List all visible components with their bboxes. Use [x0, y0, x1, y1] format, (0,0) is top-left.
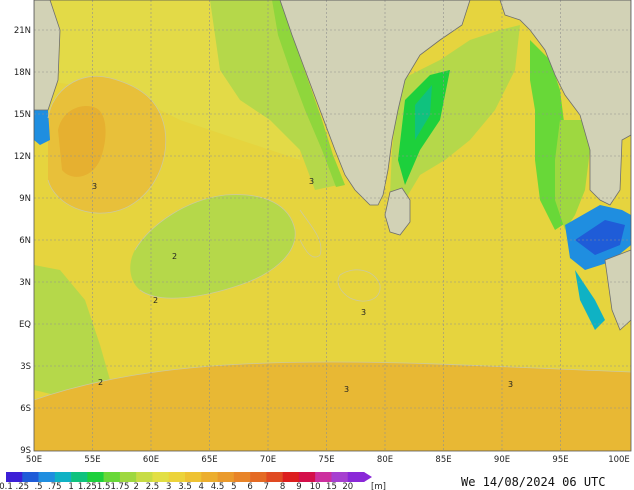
contour-label: 3 — [508, 380, 513, 389]
lat-label: 21N — [14, 26, 31, 36]
legend-swatch — [217, 472, 235, 482]
lon-label: 65E — [201, 455, 217, 465]
legend-swatch — [54, 472, 72, 482]
legend-label: 10 — [310, 482, 321, 490]
lon-label: 70E — [260, 455, 276, 465]
legend-swatch — [119, 472, 137, 482]
lon-label: 100E — [608, 455, 630, 465]
legend-swatch — [347, 472, 365, 482]
legend-swatch — [282, 472, 300, 482]
legend-label: .25 — [16, 482, 30, 490]
lon-label: 75E — [318, 455, 334, 465]
legend-swatch — [103, 472, 121, 482]
legend-swatch — [22, 472, 39, 482]
longitude-axis: 50E 55E 60E 65E 70E 75E 80E 85E 90E 95E … — [26, 455, 630, 465]
legend-swatch — [136, 472, 153, 482]
map-area: 3 3 2 2 3 2 3 3 — [34, 0, 631, 451]
legend-swatch — [185, 472, 202, 482]
legend-label: 0.1 — [0, 482, 13, 490]
legend-swatch — [168, 472, 186, 482]
map-figure: 3 3 2 2 3 2 3 3 21N 18N 15N 12N 9N 6N 3N… — [0, 0, 632, 490]
legend-swatches — [6, 472, 365, 482]
legend-label: 6 — [247, 482, 252, 490]
legend-swatch — [87, 472, 104, 482]
legend-label: 1.25 — [78, 482, 97, 490]
legend-swatch — [201, 472, 218, 482]
lon-label: 80E — [377, 455, 393, 465]
lat-label: 9N — [19, 194, 31, 204]
legend-swatch — [250, 472, 267, 482]
lat-label: 18N — [14, 68, 31, 78]
legend-label: 20 — [342, 482, 353, 490]
legend-label: 8 — [280, 482, 285, 490]
valid-time-label: We 14/08/2024 06 UTC — [461, 475, 606, 489]
contour-label: 2 — [153, 296, 158, 305]
legend-label: 15 — [326, 482, 337, 490]
lat-label: 12N — [14, 152, 31, 162]
legend-label: 4 — [199, 482, 204, 490]
legend-unit: [m] — [371, 482, 386, 490]
legend-label: .75 — [48, 482, 62, 490]
legend-swatch — [38, 472, 56, 482]
legend-label: 1.5 — [97, 482, 111, 490]
legend-swatch — [298, 472, 316, 482]
lat-label: 6N — [19, 236, 31, 246]
contour-label: 2 — [172, 252, 177, 261]
legend-swatch — [71, 472, 88, 482]
legend-label: 1 — [68, 482, 73, 490]
wave-height-map-page: 3 3 2 2 3 2 3 3 21N 18N 15N 12N 9N 6N 3N… — [0, 0, 634, 490]
lon-label: 95E — [552, 455, 568, 465]
legend-label: 7 — [264, 482, 269, 490]
contour-label: 3 — [361, 308, 366, 317]
contour-label: 3 — [344, 385, 349, 394]
legend-label: 2 — [133, 482, 138, 490]
legend-labels: 0.1.25 .5 .75 1 1.25 1.5 1.75 2 2.5 3 3.5 4 4.5 5 6 7 8 9… — [0, 482, 353, 490]
lat-label: 6S — [20, 404, 31, 414]
legend-label: 9 — [296, 482, 301, 490]
latitude-axis: 21N 18N 15N 12N 9N 6N 3N EQ 3S 6S 9S — [14, 26, 31, 456]
legend-label: 4.5 — [211, 482, 225, 490]
lon-label: 90E — [494, 455, 510, 465]
legend-label: 2.5 — [146, 482, 160, 490]
lon-label: 50E — [26, 455, 42, 465]
legend-swatch — [315, 472, 332, 482]
legend-swatch — [233, 472, 251, 482]
legend-swatch — [6, 472, 23, 482]
legend-label: .5 — [34, 482, 42, 490]
contour-label: 3 — [309, 177, 314, 186]
lon-label: 60E — [143, 455, 159, 465]
legend-label: 5 — [231, 482, 236, 490]
legend-swatch — [266, 472, 283, 482]
lat-label: EQ — [19, 320, 31, 330]
lat-label: 3N — [19, 278, 31, 288]
legend-label: 1.75 — [110, 482, 129, 490]
blue-field-gulf-aden — [34, 110, 50, 145]
legend-overflow-arrow — [364, 472, 372, 482]
contour-label: 2 — [98, 378, 103, 387]
legend-swatch — [152, 472, 170, 482]
lat-label: 15N — [14, 110, 31, 120]
lon-label: 85E — [435, 455, 451, 465]
color-legend: 0.1.25 .5 .75 1 1.25 1.5 1.75 2 2.5 3 3.5 4 4.5 5 6 7 8 9… — [0, 472, 386, 490]
contour-label: 3 — [92, 182, 97, 191]
legend-label: 3.5 — [178, 482, 192, 490]
lat-label: 3S — [20, 362, 31, 372]
legend-label: 3 — [166, 482, 171, 490]
legend-swatch — [331, 472, 349, 482]
lon-label: 55E — [84, 455, 100, 465]
